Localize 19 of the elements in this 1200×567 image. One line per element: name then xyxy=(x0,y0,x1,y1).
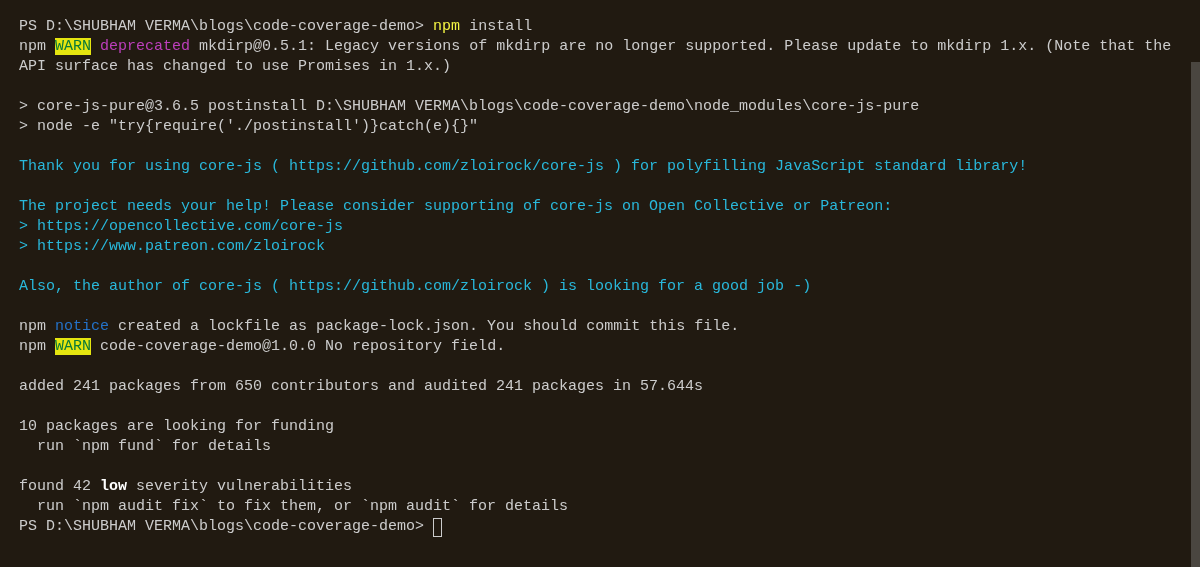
terminal-line: added 241 packages from 650 contributors and audited 241 packages in 57.644s xyxy=(19,377,704,397)
terminal-line: PS D:\SHUBHAM VERMA\blogs\code-coverage-demo> npm install xyxy=(19,17,533,37)
terminal-line: npm notice created a lockfile as package-lock.json. You should commit this file. xyxy=(19,317,740,337)
terminal-line: > https://www.patreon.com/zloirock xyxy=(19,237,326,257)
terminal-line: API surface has changed to use Promises in 1.x.) xyxy=(19,57,452,77)
terminal-line: Thank you for using core-js ( https://github.com/zloirock/core-js ) for polyfilling JavaScript standard library! xyxy=(19,157,1028,177)
terminal-line: npm WARN code-coverage-demo@1.0.0 No repository field. xyxy=(19,337,506,357)
terminal-line: run `npm fund` for details xyxy=(36,437,272,457)
terminal-line: npm WARN deprecated mkdirp@0.5.1: Legacy versions of mkdirp are no longer supported. Please update to mkdirp 1.x. (Note that the xyxy=(19,37,1172,57)
terminal-line: PS D:\SHUBHAM VERMA\blogs\code-coverage-demo> xyxy=(19,517,425,537)
terminal-line: found 42 low severity vulnerabilities xyxy=(19,477,353,497)
terminal-line: Also, the author of core-js ( https://github.com/zloirock ) is looking for a good job -) xyxy=(19,277,812,297)
terminal-line: > https://opencollective.com/core-js xyxy=(19,217,344,237)
terminal-line: > core-js-pure@3.6.5 postinstall D:\SHUBHAM VERMA\blogs\code-coverage-demo\node_modules\core-js-pure xyxy=(19,97,920,117)
terminal-line: run `npm audit fix` to fix them, or `npm audit` for details xyxy=(36,497,569,517)
terminal-line: The project needs your help! Please consider supporting of core-js on Open Collective or Patreon: xyxy=(19,197,893,217)
scrollbar[interactable] xyxy=(1191,62,1200,567)
terminal-line: > node -e "try{require('./postinstall')}catch(e){}" xyxy=(19,117,479,137)
terminal-line: 10 packages are looking for funding xyxy=(19,417,335,437)
